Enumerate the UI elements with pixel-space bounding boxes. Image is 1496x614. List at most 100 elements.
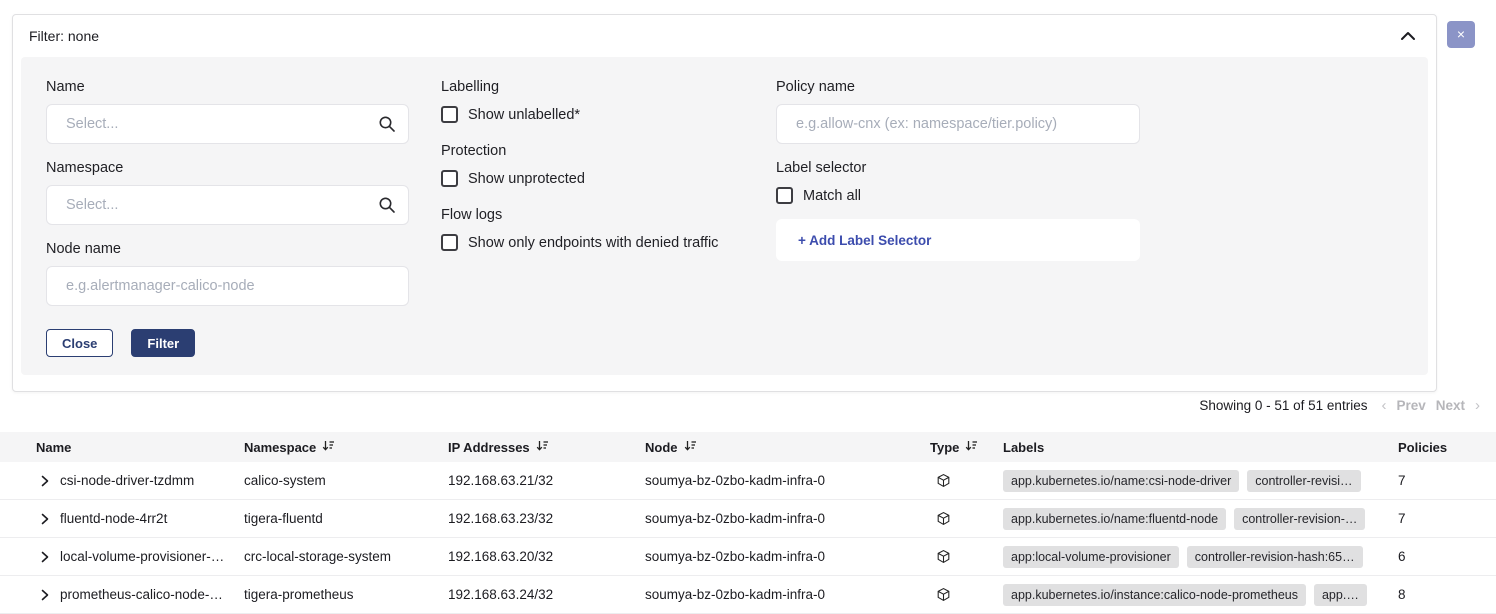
node-name-input[interactable] (46, 266, 409, 306)
next-button[interactable]: Next (1436, 398, 1465, 413)
denied-traffic-option: Show only endpoints with denied traffic (441, 234, 743, 251)
filter-column-right: Policy name Label selector Match all + A… (776, 79, 1140, 357)
endpoint-name: prometheus-calico-node-… (60, 587, 223, 602)
endpoint-node: soumya-bz-0zbo-kadm-infra-0 (645, 473, 930, 488)
name-select-input[interactable] (46, 104, 409, 144)
table-row[interactable]: local-volume-provisioner-… crc-local-sto… (0, 538, 1496, 576)
sort-icon[interactable] (322, 439, 335, 455)
close-icon: × (1457, 26, 1465, 42)
pod-type-icon (930, 473, 1003, 488)
search-icon (378, 196, 396, 219)
column-header-type[interactable]: Type (930, 439, 1003, 455)
close-button[interactable]: Close (46, 329, 113, 357)
endpoints-table: Name Namespace IP Addresses Node Type (0, 432, 1496, 614)
table-row[interactable]: csi-node-driver-tzdmm calico-system 192.… (0, 462, 1496, 500)
pod-type-icon (930, 587, 1003, 602)
expand-row-icon[interactable] (41, 589, 49, 601)
column-header-node[interactable]: Node (645, 439, 930, 455)
column-header-name: Name (36, 440, 244, 455)
label-chip: controller-revision-hash:65… (1187, 546, 1363, 568)
label-chip: controller-revision-… (1234, 508, 1365, 530)
expand-row-icon[interactable] (41, 475, 49, 487)
endpoint-labels: app.kubernetes.io/name:fluentd-node cont… (1003, 508, 1390, 530)
show-unlabelled-option: Show unlabelled* (441, 106, 743, 123)
prev-arrow-icon[interactable]: ‹ (1381, 397, 1386, 414)
match-all-option: Match all (776, 187, 1140, 204)
match-all-label: Match all (803, 188, 861, 204)
column-header-policies: Policies (1390, 440, 1496, 455)
sort-icon[interactable] (684, 439, 697, 455)
filter-column-left: Name Namespace Node name Close Filt (46, 79, 409, 357)
table-row[interactable]: fluentd-node-4rr2t tigera-fluentd 192.16… (0, 500, 1496, 538)
add-label-selector-button[interactable]: + Add Label Selector (776, 219, 1140, 261)
pod-type-icon (930, 511, 1003, 526)
policy-name-input[interactable] (776, 104, 1140, 144)
endpoint-node: soumya-bz-0zbo-kadm-infra-0 (645, 587, 930, 602)
column-header-labels: Labels (1003, 440, 1390, 455)
endpoint-ip: 192.168.63.20/32 (448, 549, 645, 564)
name-field-label: Name (46, 79, 409, 95)
show-unprotected-option: Show unprotected (441, 170, 743, 187)
chevron-up-icon (1400, 29, 1416, 44)
filter-form: Name Namespace Node name Close Filt (21, 57, 1428, 375)
column-header-ip-addresses[interactable]: IP Addresses (448, 439, 645, 455)
name-select (46, 104, 409, 144)
namespace-select (46, 185, 409, 225)
label-chip: app:local-volume-provisioner (1003, 546, 1179, 568)
protection-section-label: Protection (441, 143, 743, 159)
namespace-field-label: Namespace (46, 160, 409, 176)
page-nav: ‹ Prev Next › (1381, 397, 1480, 414)
endpoint-namespace: tigera-fluentd (244, 511, 448, 526)
filter-column-middle: Labelling Show unlabelled* Protection Sh… (441, 79, 743, 357)
denied-traffic-label: Show only endpoints with denied traffic (468, 235, 718, 251)
endpoint-policies-count: 6 (1390, 549, 1496, 564)
flow-logs-section-label: Flow logs (441, 207, 743, 223)
next-arrow-icon[interactable]: › (1475, 397, 1480, 414)
endpoint-labels: app.kubernetes.io/name:csi-node-driver c… (1003, 470, 1390, 492)
endpoint-ip: 192.168.63.23/32 (448, 511, 645, 526)
node-name-field-label: Node name (46, 241, 409, 257)
match-all-checkbox[interactable] (776, 187, 793, 204)
policy-name-field-label: Policy name (776, 79, 1140, 95)
endpoint-name: csi-node-driver-tzdmm (60, 473, 194, 488)
endpoint-namespace: calico-system (244, 473, 448, 488)
show-unlabelled-label: Show unlabelled* (468, 107, 580, 123)
denied-traffic-checkbox[interactable] (441, 234, 458, 251)
label-chip: controller-revisi… (1247, 470, 1360, 492)
filter-panel: Filter: none Name Namespace (12, 14, 1437, 392)
table-row[interactable]: prometheus-calico-node-… tigera-promethe… (0, 576, 1496, 614)
prev-button[interactable]: Prev (1396, 398, 1425, 413)
table-header-row: Name Namespace IP Addresses Node Type (0, 432, 1496, 462)
filter-title: Filter: none (29, 28, 99, 44)
collapse-panel-button[interactable] (1400, 29, 1416, 44)
pagination: Showing 0 - 51 of 51 entries ‹ Prev Next… (1199, 397, 1480, 414)
entries-summary: Showing 0 - 51 of 51 entries (1199, 398, 1367, 413)
endpoint-ip: 192.168.63.21/32 (448, 473, 645, 488)
labelling-section-label: Labelling (441, 79, 743, 95)
endpoint-ip: 192.168.63.24/32 (448, 587, 645, 602)
endpoint-node: soumya-bz-0zbo-kadm-infra-0 (645, 511, 930, 526)
endpoint-policies-count: 7 (1390, 511, 1496, 526)
label-chip: app.… (1314, 584, 1367, 606)
pod-type-icon (930, 549, 1003, 564)
sort-icon[interactable] (536, 439, 549, 455)
sort-icon[interactable] (965, 439, 978, 455)
endpoint-node: soumya-bz-0zbo-kadm-infra-0 (645, 549, 930, 564)
column-header-namespace[interactable]: Namespace (244, 439, 448, 455)
dismiss-filter-button[interactable]: × (1447, 21, 1475, 48)
expand-row-icon[interactable] (41, 513, 49, 525)
namespace-select-input[interactable] (46, 185, 409, 225)
filter-button[interactable]: Filter (131, 329, 195, 357)
policy-name-field (776, 104, 1140, 144)
endpoint-name: fluentd-node-4rr2t (60, 511, 167, 526)
show-unlabelled-checkbox[interactable] (441, 106, 458, 123)
filter-actions: Close Filter (46, 329, 409, 357)
label-chip: app.kubernetes.io/name:fluentd-node (1003, 508, 1226, 530)
endpoint-namespace: tigera-prometheus (244, 587, 448, 602)
endpoint-namespace: crc-local-storage-system (244, 549, 448, 564)
endpoint-policies-count: 8 (1390, 587, 1496, 602)
expand-row-icon[interactable] (41, 551, 49, 563)
filter-panel-header: Filter: none (13, 15, 1436, 57)
label-selector-section-label: Label selector (776, 160, 1140, 176)
show-unprotected-checkbox[interactable] (441, 170, 458, 187)
